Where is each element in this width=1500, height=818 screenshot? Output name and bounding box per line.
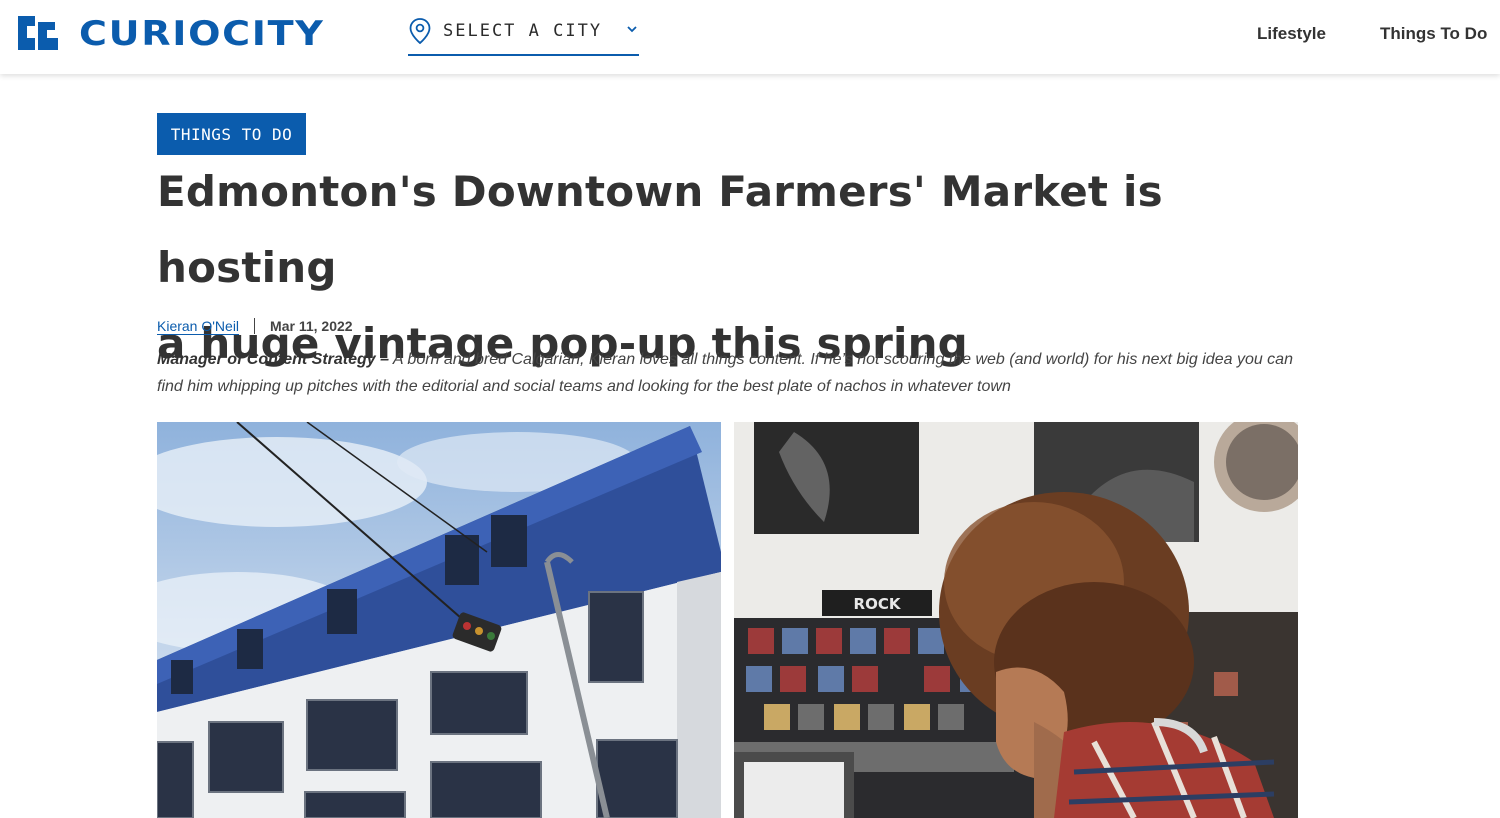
- curiocity-logo-icon: [18, 16, 58, 50]
- chevron-down-icon: [627, 26, 637, 33]
- record-store-photo-icon: ROCK: [734, 422, 1298, 818]
- building-photo-icon: [157, 422, 721, 818]
- byline: Kieran O'Neil Mar 11, 2022: [157, 317, 353, 335]
- location-pin-icon: [409, 18, 431, 45]
- building-photo: [157, 422, 721, 818]
- article-title-line-1: Edmonton's Downtown Farmers' Market is h…: [157, 167, 1163, 292]
- rock-sign-text: ROCK: [854, 595, 902, 613]
- nav-lifestyle[interactable]: Lifestyle: [1257, 24, 1326, 44]
- logo-text: CURIOCITY: [79, 14, 325, 54]
- publish-date: Mar 11, 2022: [270, 318, 353, 334]
- site-header: CURIOCITY SELECT A CITY Lifestyle Things…: [0, 0, 1500, 74]
- byline-divider: [254, 318, 256, 334]
- author-role: Manager of Content Strategy –: [157, 351, 390, 368]
- author-bio: Manager of Content Strategy – A born and…: [157, 346, 1307, 400]
- record-store-photo: ROCK: [734, 422, 1298, 818]
- city-selector-label: SELECT A CITY: [443, 21, 603, 41]
- category-tag[interactable]: THINGS TO DO: [157, 113, 306, 155]
- curiocity-logo[interactable]: CURIOCITY: [16, 14, 323, 54]
- nav-things-to-do[interactable]: Things To Do: [1380, 24, 1487, 44]
- city-selector[interactable]: SELECT A CITY: [408, 14, 639, 56]
- author-link[interactable]: Kieran O'Neil: [157, 318, 239, 334]
- bio-fade: [1195, 372, 1305, 400]
